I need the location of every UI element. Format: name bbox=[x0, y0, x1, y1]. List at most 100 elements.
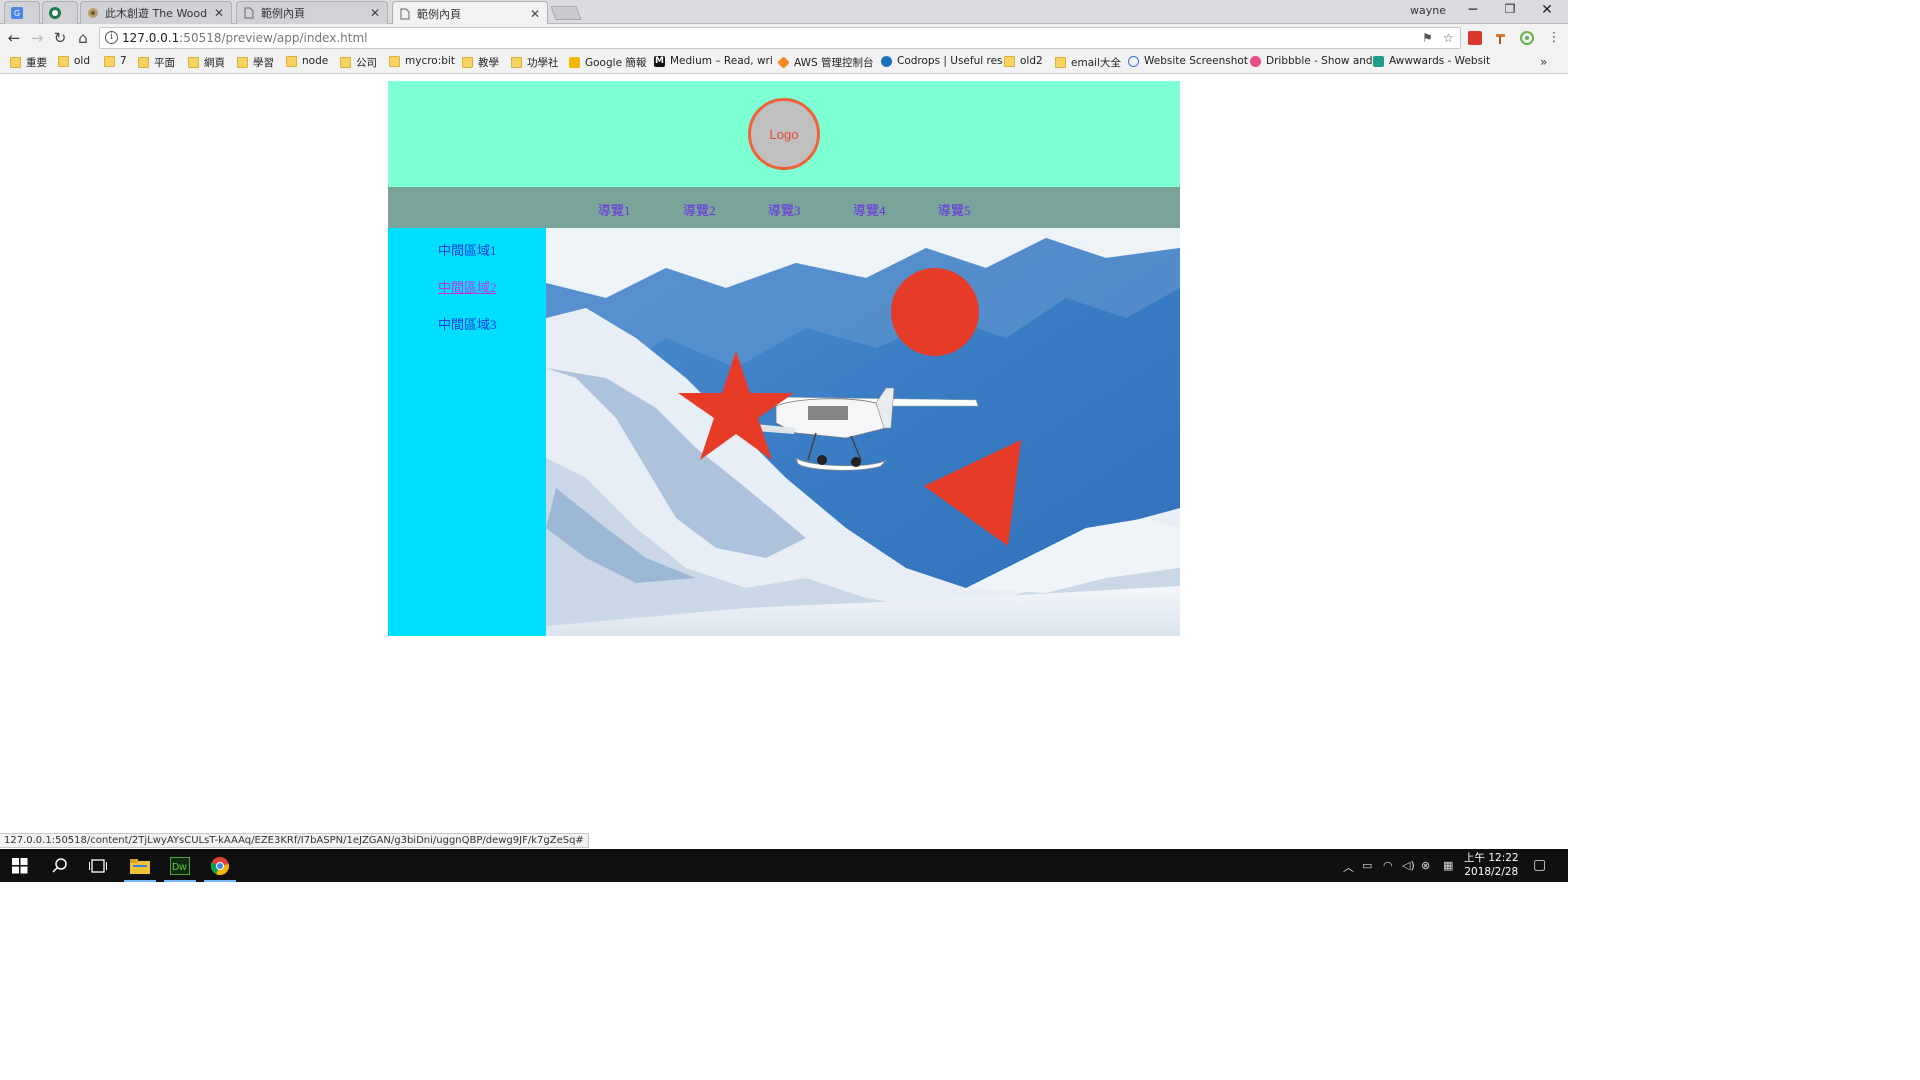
windows-taskbar: Dw ︿ ▭ ◠ ◁) ⊗ ▦ 上午 12:22 2018/2/28 ▢ bbox=[0, 849, 1568, 882]
hero-image bbox=[546, 228, 1180, 636]
minimize-icon[interactable]: ─ bbox=[1458, 2, 1488, 18]
starbucks-icon bbox=[49, 7, 61, 19]
folder-icon bbox=[188, 57, 199, 68]
file-explorer-icon bbox=[130, 858, 150, 874]
folder-icon bbox=[389, 55, 400, 67]
bookmark-item[interactable]: Website Screenshot bbox=[1128, 55, 1248, 67]
bookmark-item[interactable]: 公司 bbox=[340, 55, 377, 70]
menu-kebab-icon[interactable]: ⋮ bbox=[1544, 28, 1564, 48]
side-link-2[interactable]: 中間區域2 bbox=[438, 277, 497, 296]
bookmark-item[interactable]: 平面 bbox=[138, 55, 175, 70]
ime-icon[interactable]: ▦ bbox=[1443, 859, 1453, 872]
bookmark-star-icon[interactable]: ☆ bbox=[1443, 31, 1454, 45]
bookmark-item[interactable]: 網頁 bbox=[188, 55, 225, 70]
volume-icon[interactable]: ◁) bbox=[1402, 859, 1415, 872]
close-icon[interactable]: ✕ bbox=[369, 6, 381, 20]
taskbar-file-explorer[interactable] bbox=[120, 849, 160, 882]
search-button[interactable] bbox=[40, 849, 80, 882]
bookmark-item[interactable]: M Medium – Read, wri bbox=[654, 55, 773, 67]
folder-icon bbox=[10, 57, 21, 68]
bookmark-item[interactable]: email大全 bbox=[1055, 55, 1121, 70]
extension-green-icon[interactable] bbox=[1520, 31, 1534, 45]
start-button[interactable] bbox=[0, 849, 40, 882]
dreamweaver-icon: Dw bbox=[170, 856, 190, 875]
bookmark-item[interactable]: Awwwards - Websit bbox=[1373, 55, 1490, 67]
folder-icon bbox=[1055, 57, 1066, 68]
more-bookmarks-icon[interactable]: » bbox=[1540, 55, 1547, 69]
close-icon[interactable]: ✕ bbox=[213, 6, 225, 20]
logo[interactable]: Logo bbox=[748, 98, 820, 170]
aws-cube-icon bbox=[777, 56, 790, 69]
codrops-icon bbox=[881, 55, 892, 67]
folder-icon bbox=[1004, 55, 1015, 67]
bookmark-item[interactable]: 教學 bbox=[462, 55, 499, 70]
bookmark-item[interactable]: AWS 管理控制台 bbox=[777, 55, 874, 70]
bookmark-item[interactable]: node bbox=[286, 55, 328, 67]
tab-pinned-2[interactable] bbox=[42, 1, 78, 24]
svg-text:Dw: Dw bbox=[172, 862, 187, 873]
info-icon[interactable]: i bbox=[105, 31, 118, 44]
close-window-icon[interactable]: ✕ bbox=[1532, 2, 1562, 18]
bookmark-item[interactable]: 學習 bbox=[237, 55, 274, 70]
action-center-icon[interactable]: ▢ bbox=[1533, 857, 1546, 873]
restore-icon[interactable]: ❐ bbox=[1495, 2, 1525, 16]
bookmark-item[interactable]: old2 bbox=[1004, 55, 1043, 67]
bookmark-item[interactable]: 功學社 bbox=[511, 55, 559, 70]
google-translate-icon: G bbox=[11, 7, 23, 19]
battery-icon[interactable]: ▭ bbox=[1362, 859, 1372, 872]
task-view-button[interactable] bbox=[78, 849, 118, 882]
nav-link-2[interactable]: 導覽2 bbox=[683, 200, 716, 219]
bookmark-item[interactable]: mycro:bit bbox=[389, 55, 455, 67]
show-hidden-icons[interactable]: ︿ bbox=[1343, 859, 1354, 875]
nav-link-1[interactable]: 導覽1 bbox=[598, 200, 631, 219]
tab-pinned-1[interactable]: G bbox=[4, 1, 40, 24]
home-icon[interactable]: ⌂ bbox=[73, 28, 93, 48]
page-header: Logo bbox=[388, 81, 1180, 187]
tab-wood-games[interactable]: 此木創遊 The Wood Ga ✕ bbox=[80, 1, 232, 24]
folder-icon bbox=[237, 57, 248, 68]
folder-icon bbox=[511, 57, 522, 68]
system-clock[interactable]: 上午 12:22 2018/2/28 bbox=[1464, 851, 1519, 879]
tab-example-1[interactable]: 範例內頁 ✕ bbox=[236, 1, 388, 24]
nav-link-3[interactable]: 導覽3 bbox=[768, 200, 801, 219]
bookmark-item[interactable]: old bbox=[58, 55, 90, 67]
folder-icon bbox=[340, 57, 351, 68]
folder-icon bbox=[104, 55, 115, 67]
red-circle-shape bbox=[891, 268, 979, 356]
back-arrow-icon[interactable]: ← bbox=[4, 28, 24, 48]
folder-icon bbox=[138, 57, 149, 68]
new-tab-button[interactable] bbox=[550, 6, 582, 20]
blocked-icon[interactable]: ⊗ bbox=[1421, 859, 1430, 872]
bookmark-item[interactable]: Dribbble - Show and bbox=[1250, 55, 1373, 67]
address-bar[interactable]: i 127.0.0.1:50518/preview/app/index.html… bbox=[99, 27, 1461, 49]
nav-link-4[interactable]: 導覽4 bbox=[853, 200, 886, 219]
taskbar-dreamweaver[interactable]: Dw bbox=[160, 849, 200, 882]
taskbar-chrome[interactable] bbox=[200, 849, 240, 882]
extension-red-icon[interactable] bbox=[1468, 31, 1482, 45]
wood-logo-icon bbox=[87, 7, 99, 19]
forward-arrow-icon[interactable]: → bbox=[27, 28, 47, 48]
side-link-1[interactable]: 中間區域1 bbox=[438, 240, 497, 259]
tab-strip: G 此木創遊 The Wood Ga ✕ 範例內頁 ✕ 範例內頁 ✕ wayne… bbox=[0, 0, 1568, 25]
bookmark-item[interactable]: Codrops | Useful res bbox=[881, 55, 1003, 67]
side-link-3[interactable]: 中間區域3 bbox=[438, 314, 497, 333]
bookmark-item[interactable]: Google 簡報 bbox=[569, 55, 646, 70]
page-icon bbox=[399, 8, 411, 20]
globe-icon bbox=[1128, 55, 1139, 67]
extension-hammer-icon[interactable] bbox=[1494, 31, 1508, 45]
main-nav: 導覽1 導覽2 導覽3 導覽4 導覽5 bbox=[388, 187, 1180, 228]
bookmark-item[interactable]: 7 bbox=[104, 55, 127, 67]
url-text[interactable]: 127.0.0.1:50518/preview/app/index.html bbox=[122, 31, 367, 45]
bookmark-item[interactable]: 重要 bbox=[10, 55, 47, 70]
wifi-icon[interactable]: ◠ bbox=[1383, 859, 1393, 872]
chrome-icon bbox=[211, 856, 229, 875]
profile-name[interactable]: wayne bbox=[1410, 4, 1446, 17]
nav-link-5[interactable]: 導覽5 bbox=[938, 200, 971, 219]
page-icon bbox=[243, 7, 255, 19]
translate-icon[interactable]: ⚑ bbox=[1422, 31, 1433, 45]
reload-icon[interactable]: ↻ bbox=[50, 28, 70, 48]
close-icon[interactable]: ✕ bbox=[529, 7, 541, 21]
clock-date: 2018/2/28 bbox=[1464, 866, 1519, 878]
mountain-plane-photo bbox=[546, 228, 1180, 636]
tab-example-active[interactable]: 範例內頁 ✕ bbox=[392, 1, 548, 25]
